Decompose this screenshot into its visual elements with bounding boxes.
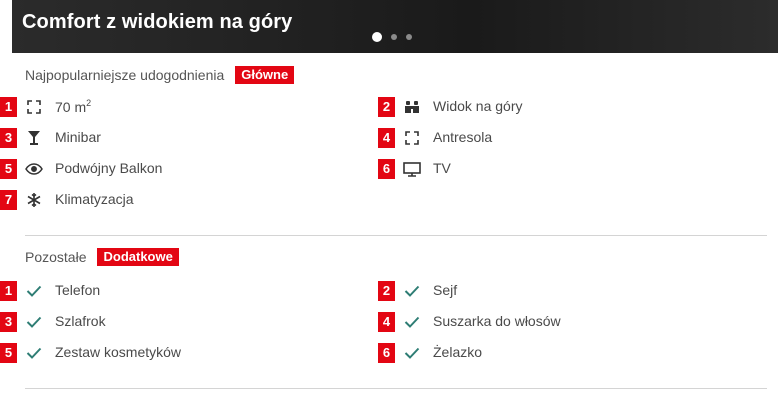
check-icon — [25, 312, 43, 332]
room-title: Comfort z widokiem na góry — [22, 11, 293, 33]
amenity-label: TV — [433, 160, 451, 176]
item-number: 3 — [0, 128, 17, 148]
hero-banner: Comfort z widokiem na góry — [12, 0, 778, 53]
item-number: 2 — [378, 97, 395, 117]
main-amenities-heading: Najpopularniejsze udogodnienia Główne — [25, 66, 295, 84]
amenity-label: Podwójny Balkon — [55, 160, 163, 176]
item-number: 4 — [378, 312, 395, 332]
item-number: 4 — [378, 128, 395, 148]
carousel-dot-3[interactable] — [406, 34, 412, 40]
check-icon — [25, 343, 43, 363]
eye-icon — [25, 159, 43, 179]
area-icon — [25, 97, 43, 117]
carousel-dot-2[interactable] — [391, 34, 397, 40]
item-number: 1 — [0, 281, 17, 301]
monitor-icon — [403, 159, 421, 179]
check-icon — [403, 343, 421, 363]
amenity-label: 70 m2 — [55, 98, 92, 115]
item-number: 2 — [378, 281, 395, 301]
item-number: 7 — [0, 190, 17, 210]
binoculars-icon — [403, 97, 421, 117]
check-icon — [25, 281, 43, 301]
amenity-label: Telefon — [55, 282, 101, 298]
carousel-dots — [372, 32, 412, 42]
item-number: 5 — [0, 343, 17, 363]
amenity-label: Żelazko — [433, 344, 483, 360]
amenity-label: Widok na góry — [433, 98, 523, 114]
amenity-label: Suszarka do włosów — [433, 313, 561, 329]
section-divider — [25, 235, 767, 236]
item-number: 5 — [0, 159, 17, 179]
amenity-label: Minibar — [55, 129, 101, 145]
item-number: 1 — [0, 97, 17, 117]
snowflake-icon — [25, 190, 43, 210]
amenity-label: Klimatyzacja — [55, 191, 134, 207]
amenity-label: Szlafrok — [55, 313, 106, 329]
check-icon — [403, 281, 421, 301]
item-number: 6 — [378, 159, 395, 179]
check-icon — [403, 312, 421, 332]
main-amenities-title: Najpopularniejsze udogodnienia — [25, 67, 225, 83]
carousel-dot-1[interactable] — [372, 32, 382, 42]
amenity-label: Antresola — [433, 129, 493, 145]
cocktail-glass-icon — [25, 128, 43, 148]
area-icon — [403, 128, 421, 148]
main-badge: Główne — [235, 66, 295, 84]
item-number: 6 — [378, 343, 395, 363]
extra-amenities-heading: Pozostałe Dodatkowe — [25, 248, 179, 266]
amenity-label: Zestaw kosmetyków — [55, 344, 182, 360]
amenity-label: Sejf — [433, 282, 458, 298]
extra-badge: Dodatkowe — [97, 248, 179, 266]
section-divider — [25, 388, 767, 389]
extra-amenities-title: Pozostałe — [25, 249, 87, 265]
item-number: 3 — [0, 312, 17, 332]
